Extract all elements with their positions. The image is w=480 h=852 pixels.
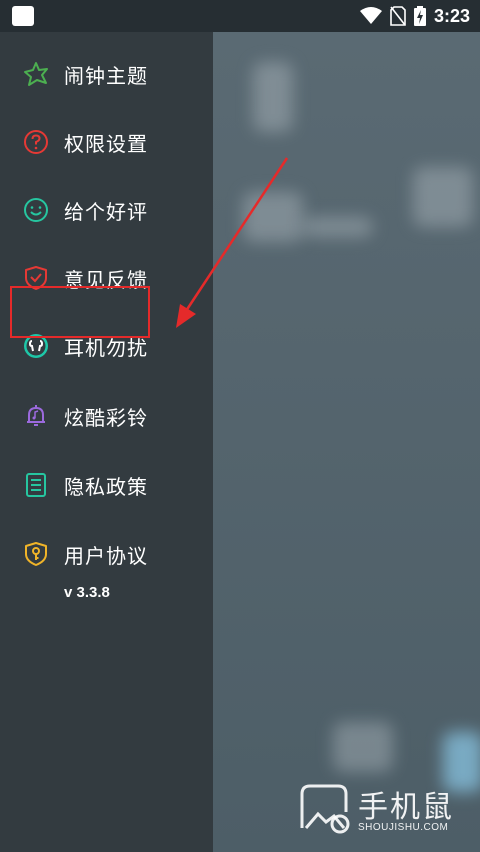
highlight-box — [10, 286, 150, 338]
menu-label: 用户协议 — [64, 543, 148, 568]
wifi-icon — [359, 7, 382, 24]
background-app-blurred — [213, 32, 480, 852]
shield-key-icon — [22, 540, 50, 568]
bell-music-icon — [22, 402, 50, 430]
app-version: v 3.3.8 — [64, 584, 110, 601]
watermark-text: 手机鼠 — [358, 790, 454, 825]
question-circle-icon — [22, 128, 50, 156]
menu-label: 给个好评 — [64, 199, 148, 224]
watermark-logo-icon — [300, 784, 350, 834]
status-time: 3:23 — [433, 5, 470, 26]
menu-item-rate-us[interactable]: 给个好评 — [0, 180, 213, 240]
menu-label: 权限设置 — [64, 131, 148, 156]
smiley-icon — [22, 196, 50, 224]
no-sim-icon — [390, 6, 406, 26]
watermark: 手机鼠 SHOUJISHU.COM — [296, 780, 466, 840]
menu-label: 闹钟主题 — [64, 63, 148, 88]
menu-item-privacy-policy[interactable]: 隐私政策 — [0, 455, 213, 515]
menu-item-alarm-theme[interactable]: 闹钟主题 — [0, 44, 213, 104]
document-icon — [22, 471, 50, 499]
menu-label: 隐私政策 — [64, 474, 148, 499]
battery-charging-icon — [413, 6, 426, 26]
notification-app-icon — [12, 6, 34, 26]
navigation-drawer: 闹钟主题 权限设置 给个好评 意见反馈 耳机勿扰 炫酷彩铃 隐私政策 用户协议 … — [0, 32, 213, 852]
menu-item-user-agreement[interactable]: 用户协议 — [0, 524, 213, 584]
status-bar: 3:23 — [0, 0, 480, 32]
menu-item-cool-ringtone[interactable]: 炫酷彩铃 — [0, 386, 213, 446]
menu-item-permission-settings[interactable]: 权限设置 — [0, 112, 213, 172]
watermark-url: SHOUJISHU.COM — [358, 822, 449, 833]
menu-label: 炫酷彩铃 — [64, 405, 148, 430]
star-theme-icon — [22, 60, 50, 88]
